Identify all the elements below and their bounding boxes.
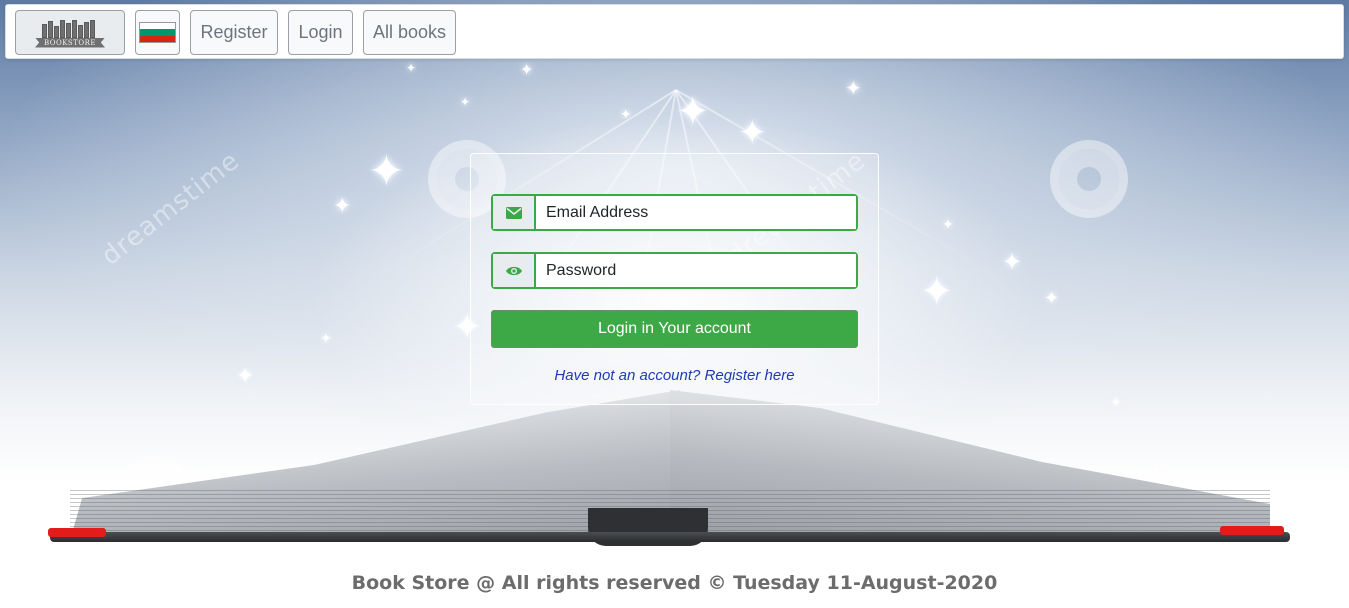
sparkle-icon: ✦ — [520, 60, 534, 79]
email-input[interactable] — [536, 196, 856, 229]
book-cover — [50, 532, 1290, 542]
register-button[interactable]: Register — [190, 10, 278, 55]
home-logo-button[interactable]: BOOKSTORE — [15, 10, 125, 55]
sparkle-icon: ✦ — [406, 61, 417, 75]
sparkle-icon: ✦ — [368, 146, 405, 197]
sparkle-icon: ✦ — [1002, 248, 1023, 276]
envelope-icon — [493, 196, 536, 229]
password-field-group — [491, 252, 858, 289]
login-submit-button[interactable]: Login in Your account — [491, 310, 858, 348]
sparkle-icon: ✦ — [845, 76, 862, 100]
bookstore-logo: BOOKSTORE — [32, 16, 108, 50]
sparkle-icon: ✦ — [942, 217, 954, 233]
login-panel: Login in Your account Have not an accoun… — [470, 153, 879, 405]
bulgarian-flag-icon — [139, 22, 176, 43]
sparkle-icon: ✦ — [320, 331, 332, 347]
sparkle-icon: ✦ — [920, 269, 954, 315]
sparkle-icon: ✦ — [460, 95, 471, 109]
watermark-text: dreamstime — [96, 145, 246, 272]
register-link[interactable]: Have not an account? Register here — [471, 367, 878, 384]
top-navbar: BOOKSTORE Register Login All books — [5, 4, 1344, 59]
language-switch-button[interactable] — [135, 10, 180, 55]
sparkle-icon: ✦ — [333, 194, 352, 219]
password-input[interactable] — [536, 254, 856, 287]
sparkle-icon: ✦ — [620, 107, 632, 123]
eye-icon[interactable] — [493, 254, 536, 287]
watermark-spiral-icon — [1050, 140, 1128, 218]
sparkle-icon: ✦ — [676, 89, 710, 135]
book-ribbon-right — [1220, 526, 1284, 535]
logo-banner: BOOKSTORE — [35, 37, 105, 48]
footer-text: Book Store @ All rights reserved © Tuesd… — [351, 572, 998, 594]
sparkle-icon: ✦ — [1044, 288, 1060, 309]
bookshelf-icon — [42, 19, 98, 38]
all-books-button[interactable]: All books — [363, 10, 456, 55]
login-button[interactable]: Login — [288, 10, 353, 55]
email-field-group — [491, 194, 858, 231]
book-ribbon-left — [48, 528, 106, 537]
sparkle-icon: ✦ — [738, 113, 767, 153]
